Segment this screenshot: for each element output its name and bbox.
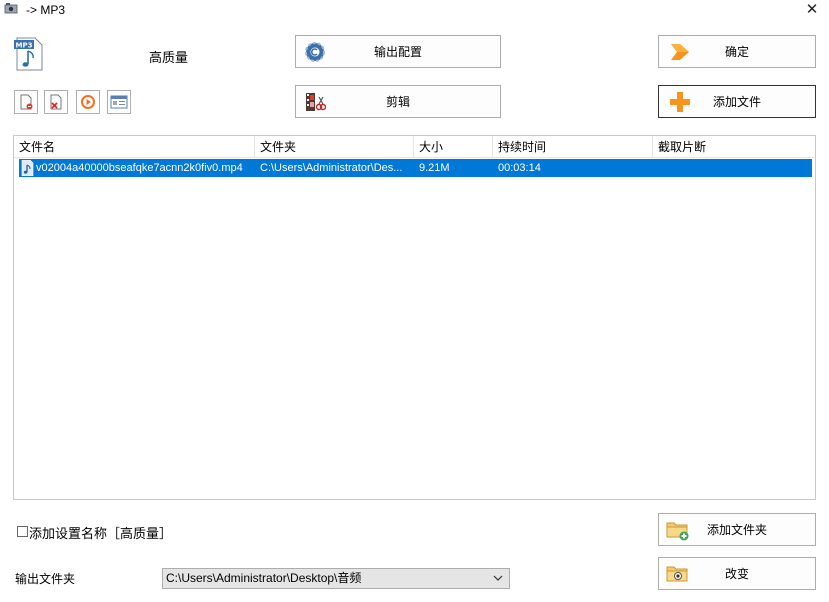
table-row[interactable]: v02004a40000bseafqke7acnn2k0fiv0.mp4 C:\… <box>19 159 812 177</box>
output-config-label: 输出配置 <box>373 45 422 59</box>
cell-folder: C:\Users\Administrator\Des... <box>260 162 403 174</box>
column-header-clip[interactable]: 截取片断 <box>653 136 815 158</box>
info-button[interactable] <box>107 90 131 114</box>
audio-file-icon <box>21 159 35 177</box>
quality-label: 高质量 <box>149 50 189 65</box>
output-config-button[interactable]: 输出配置 <box>295 35 501 68</box>
play-button[interactable] <box>76 90 100 114</box>
list-header: 文件名 文件夹 大小 持续时间 截取片断 <box>14 136 815 158</box>
play-icon <box>81 95 95 109</box>
column-header-filename[interactable]: 文件名 <box>14 136 255 158</box>
svg-text:MP3: MP3 <box>16 42 33 50</box>
app-icon <box>4 3 18 15</box>
gear-icon <box>304 41 326 63</box>
add-folder-button[interactable]: 添加文件夹 <box>658 513 816 546</box>
remove-item-icon <box>20 94 33 110</box>
window-title: -> MP3 <box>26 3 66 17</box>
column-header-folder[interactable]: 文件夹 <box>255 136 414 158</box>
output-folder-label: 输出文件夹 <box>15 572 76 586</box>
mp3-file-icon: MP3 <box>14 37 44 71</box>
clear-list-icon <box>50 94 62 110</box>
edit-button[interactable]: 剪辑 <box>295 85 501 118</box>
output-folder-select[interactable]: C:\Users\Administrator\Desktop\音频 <box>162 568 510 589</box>
folder-add-icon <box>666 519 689 541</box>
plus-icon <box>669 91 691 113</box>
folder-view-icon <box>666 563 688 585</box>
close-button[interactable]: ✕ <box>804 2 820 18</box>
arrow-right-icon <box>669 41 691 63</box>
change-button[interactable]: 改变 <box>658 557 816 590</box>
file-list[interactable]: 文件名 文件夹 大小 持续时间 截取片断 v02004a40000bseafqk… <box>13 135 816 500</box>
cell-size: 9.21M <box>419 162 450 174</box>
ok-button[interactable]: 确定 <box>658 35 816 68</box>
cell-clip <box>658 159 808 177</box>
add-setting-name-label: 添加设置名称［高质量］ <box>29 526 173 541</box>
chevron-down-icon <box>492 569 504 588</box>
clear-list-button[interactable] <box>44 90 68 114</box>
column-header-size[interactable]: 大小 <box>414 136 493 158</box>
add-setting-name-checkbox[interactable] <box>17 526 28 537</box>
info-icon <box>110 95 128 109</box>
edit-label: 剪辑 <box>385 95 410 109</box>
column-header-duration[interactable]: 持续时间 <box>493 136 653 158</box>
add-file-button[interactable]: 添加文件 <box>658 85 816 118</box>
film-scissors-icon <box>304 91 327 113</box>
cell-duration: 00:03:14 <box>498 162 541 174</box>
output-folder-value: C:\Users\Administrator\Desktop\音频 <box>166 571 362 585</box>
remove-item-button[interactable] <box>14 90 38 114</box>
cell-filename: v02004a40000bseafqke7acnn2k0fiv0.mp4 <box>36 162 243 174</box>
